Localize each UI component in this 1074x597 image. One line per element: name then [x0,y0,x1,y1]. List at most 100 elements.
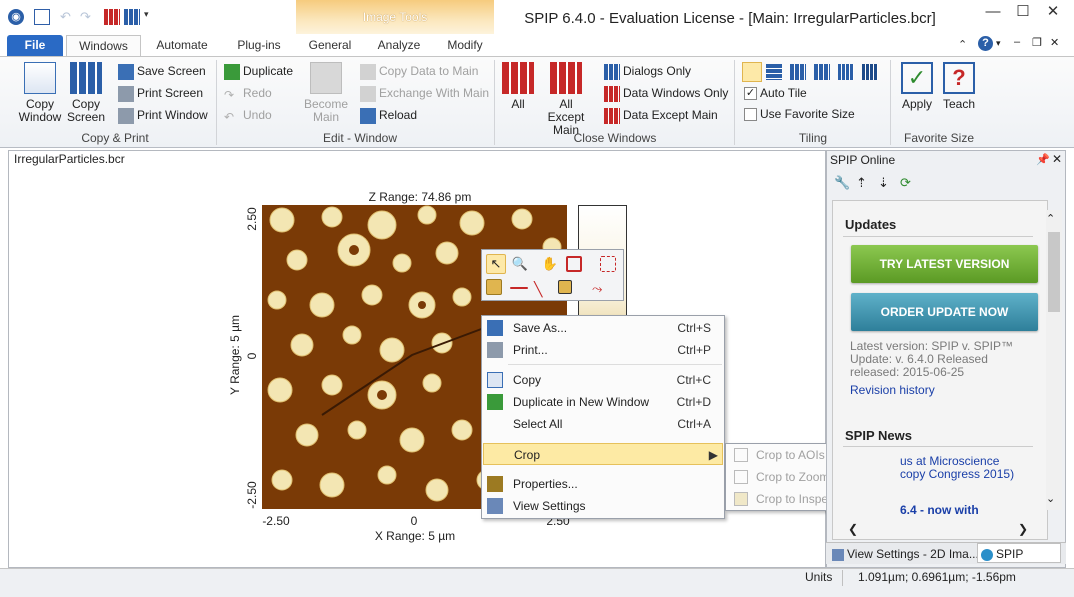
tab-view-settings[interactable]: View Settings - 2D Ima... [832,545,979,563]
doc-minimize-icon[interactable]: – [1014,36,1020,48]
news-heading-rule [843,446,1033,447]
line-tool-icon[interactable] [510,287,528,289]
menu-item-view-settings[interactable]: View Settings [483,495,723,517]
quick-access-icons[interactable]: ↶ ↷ ▾ [34,9,152,25]
become-main-icon [310,62,342,94]
scroll-down-icon[interactable]: ⌄ [1046,492,1055,505]
tab-file[interactable]: File [7,35,63,56]
scroll-right-icon[interactable]: ❯ [1018,522,1028,536]
close-all-except-main-button[interactable]: All Except Main [540,62,592,137]
close-all-button[interactable]: All [500,62,536,126]
settings-wrench-icon[interactable]: 🔧 [834,175,850,191]
tiling-layout-icons[interactable] [742,62,882,82]
menu-item-copy[interactable]: Copy Ctrl+C [483,369,723,391]
data-except-main-icon [604,107,620,124]
menu-item-crop[interactable]: Crop ▶ [483,443,723,465]
checkbox-unchecked-icon [744,108,757,122]
scroll-up-icon[interactable]: ⌃ [1046,212,1055,225]
tab-analyze[interactable]: Analyze [372,35,426,56]
undo-button[interactable]: ↶ Undo [224,106,272,124]
ribbon-minimize-icon[interactable]: ⌃ [958,38,967,51]
refresh-icon[interactable]: ⟳ [900,175,911,191]
menu-item-select-all[interactable]: Select All Ctrl+A [483,413,723,435]
print-window-icon [118,107,134,124]
tab-general[interactable]: General [302,35,358,56]
menu-item-print[interactable]: Print... Ctrl+P [483,339,723,361]
copy-screen-button[interactable]: Copy Screen [66,62,106,126]
tab-modify[interactable]: Modify [440,35,490,56]
maximize-icon[interactable]: ☐ [1010,3,1036,21]
grid-red-icon[interactable] [104,9,120,25]
pointer-tool-icon[interactable]: ↖ [486,254,506,274]
copy-window-button[interactable]: Copy Window [14,62,66,126]
help-dropdown-icon[interactable]: ▾ [996,38,1001,49]
reload-button[interactable]: Reload [360,106,417,124]
x-tick-left: -2.50 [262,514,290,528]
grid-blue-icon[interactable] [124,9,140,25]
close-icon[interactable]: ✕ [1040,3,1066,21]
redo-arrow-icon[interactable]: ↷ [80,9,91,25]
fit-tool-icon[interactable] [486,279,502,295]
tile-columns-icon[interactable] [790,64,806,80]
revision-history-link[interactable]: Revision history [850,383,935,397]
doc-restore-icon[interactable]: ❐ [1032,36,1042,49]
undo-arrow-icon[interactable]: ↶ [60,9,71,25]
menu-item-properties[interactable]: Properties... [483,473,723,495]
sort-ascending-icon[interactable]: ⇡ [856,175,867,191]
tile-horizontal-icon[interactable] [742,62,762,82]
data-except-main-button[interactable]: Data Except Main [604,106,718,124]
qat-dropdown-icon[interactable]: ▾ [144,9,149,20]
tab-spip-online[interactable]: SPIP Online [977,543,1061,581]
minimize-icon[interactable]: — [980,3,1006,21]
tab-plug-ins[interactable]: Plug-ins [228,35,290,56]
sort-descending-icon[interactable]: ⇣ [878,175,889,191]
use-favorite-size-checkbox[interactable]: Use Favorite Size [744,105,855,123]
exchange-with-main-button[interactable]: Exchange With Main [360,84,489,102]
tile-vertical-icon[interactable] [766,64,782,80]
help-icon[interactable]: ? [978,36,993,51]
tab-automate[interactable]: Automate [150,35,214,56]
app-logo-icon[interactable]: ◉ [8,9,24,25]
select-rect-tool-icon[interactable] [566,256,582,272]
crop-rect-tool-icon[interactable] [600,256,616,272]
news-item-release[interactable]: 6.4 - now with [900,503,979,517]
order-update-now-button[interactable]: ORDER UPDATE NOW [851,293,1038,331]
print-screen-icon [118,85,134,102]
scroll-left-icon[interactable]: ❮ [848,522,858,536]
scroll-thumb[interactable] [1048,232,1060,312]
try-latest-version-button[interactable]: TRY LATEST VERSION [851,245,1038,283]
become-main-button[interactable]: Become Main [302,62,350,126]
tile-grid-large-icon[interactable] [838,64,854,80]
news-item-congress[interactable]: us at Microscience copy Congress 2015) [900,455,1020,481]
print-window-button[interactable]: Print Window [118,106,208,124]
zoom-tool-icon[interactable]: 🔍 [510,254,530,274]
tile-grid-icon[interactable] [814,64,830,80]
menu-item-duplicate[interactable]: Duplicate in New Window Ctrl+D [483,391,723,413]
pan-tool-icon[interactable]: ✋ [540,254,560,274]
panel-pin-icon[interactable]: 📌 [1036,153,1050,166]
measure-tool-icon[interactable]: ⤳ [592,280,612,300]
apply-button[interactable]: ✓ Apply [896,62,938,126]
data-windows-only-button[interactable]: Data Windows Only [604,84,728,102]
group-separator [494,60,495,145]
close-except-main-icon [550,62,582,94]
auto-tile-checkbox[interactable]: ✓ Auto Tile [744,84,807,102]
group-label-tiling: Tiling [798,131,828,145]
profile-tool-icon[interactable] [558,280,572,294]
save-screen-button[interactable]: Save Screen [118,62,206,80]
diagonal-line-tool-icon[interactable]: ╲ [534,280,554,300]
teach-button[interactable]: ? Teach [940,62,978,126]
menu-item-save-as[interactable]: Save As... Ctrl+S [483,317,723,339]
tab-windows[interactable]: Windows [66,35,141,57]
dialogs-only-button[interactable]: Dialogs Only [604,62,691,80]
doc-close-icon[interactable]: ✕ [1050,36,1059,49]
view-settings-tab-icon [832,548,844,561]
print-screen-button[interactable]: Print Screen [118,84,203,102]
new-window-icon[interactable] [34,9,50,25]
duplicate-button[interactable]: Duplicate [224,62,293,80]
redo-button[interactable]: ↷ Redo [224,84,272,102]
copy-data-to-main-button[interactable]: Copy Data to Main [360,62,478,80]
panel-close-icon[interactable]: ✕ [1052,152,1062,166]
tile-grid-max-icon[interactable] [862,64,878,80]
crop-zoom-icon [734,470,748,484]
